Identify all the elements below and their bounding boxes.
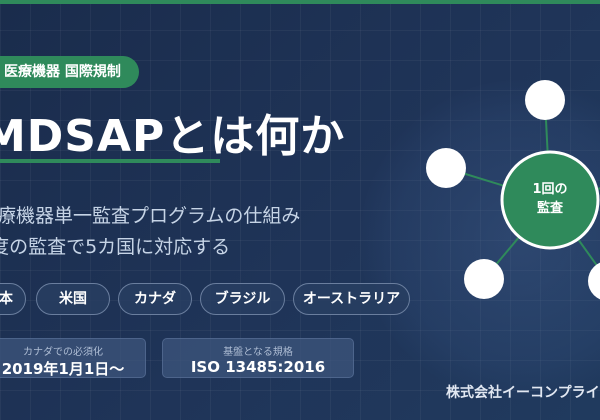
info-card-label: 基盤となる規格	[223, 347, 293, 358]
company-name: 株式会社イーコンプライアンス	[446, 385, 600, 401]
category-tag: 医療機器 国際規制	[0, 56, 139, 88]
hub-node-left	[426, 148, 466, 188]
info-card-base-standard: 基盤となる規格 ISO 13485:2016	[162, 338, 354, 378]
hub-center-label-line-2: 監査	[536, 201, 563, 216]
country-tag-brazil: ブラジル	[200, 283, 285, 315]
hub-center-label-line-1: 1回の	[532, 182, 568, 197]
top-accent-bar	[0, 0, 600, 4]
country-tag-australia: オーストラリア	[293, 283, 410, 315]
subtitle-line-2: 1度の監査で5カ国に対応する	[0, 236, 231, 258]
hub-center-label: 1回の 監査	[510, 180, 590, 218]
info-card-value: ISO 13485:2016	[190, 358, 326, 376]
info-card-label: カナダでの必須化	[23, 347, 103, 358]
info-card-canada-mandatory: カナダでの必須化 2019年1月1日〜	[0, 338, 146, 378]
country-tag-canada: カナダ	[118, 283, 192, 315]
subtitle-line-1: 医療機器単一監査プログラムの仕組み	[0, 205, 301, 227]
country-tag-usa: 米国	[36, 283, 110, 315]
slide-canvas: 医療機器 国際規制 MDSAPとは何か 医療機器単一監査プログラムの仕組み 1度…	[0, 0, 600, 420]
hub-node-bottom-right	[588, 262, 600, 300]
page-title: MDSAPとは何か	[0, 111, 346, 162]
hub-node-top	[525, 80, 565, 120]
hub-node-bottom-left	[464, 259, 504, 299]
title-underline	[0, 159, 220, 163]
info-card-value: 2019年1月1日〜	[1, 360, 125, 378]
